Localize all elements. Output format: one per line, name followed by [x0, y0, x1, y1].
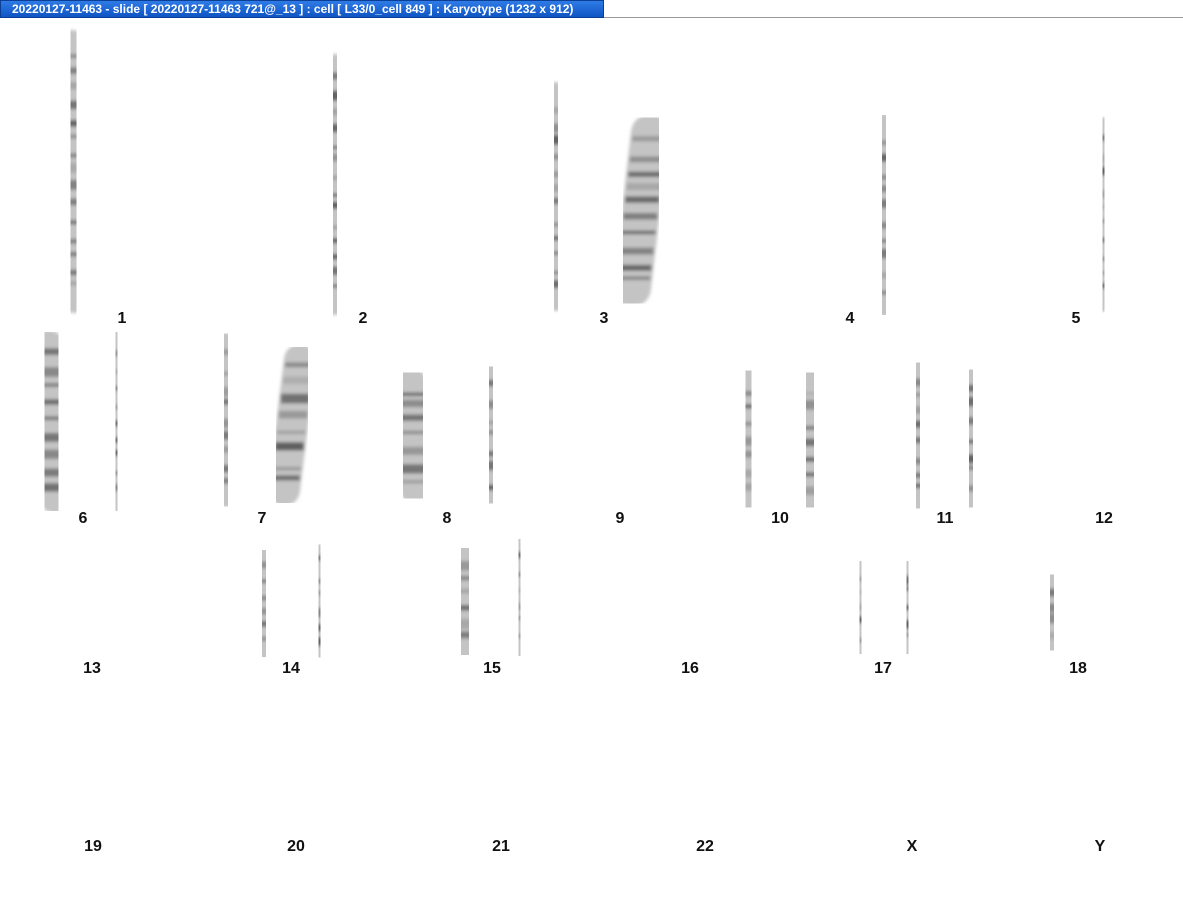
chromosome-label-14: 14 — [282, 660, 300, 677]
chromosome-label-19: 19 — [84, 838, 102, 855]
chromosome-pair-8 — [390, 362, 508, 508]
chromosome-2-a — [316, 54, 354, 315]
chromosome-pair-2 — [316, 54, 411, 315]
chromosome-label-6: 6 — [78, 510, 88, 527]
chromosome-label-12: 12 — [1095, 510, 1113, 527]
chromosome-18-a — [1037, 567, 1067, 658]
chromosome-label-22: 22 — [696, 838, 714, 855]
chromosome-label-17: 17 — [874, 660, 892, 677]
chromosome-17-a — [846, 555, 875, 660]
chromosome-11-b — [954, 365, 988, 512]
chromosome-label-18: 18 — [1069, 660, 1087, 677]
chromosome-pair-14 — [247, 538, 336, 664]
chromosome-pair-18 — [1037, 554, 1120, 658]
chromosome-label-21: 21 — [492, 838, 510, 855]
chromosome-label-X: X — [906, 838, 918, 855]
karyogram — [31, 30, 1144, 847]
chromosome-label-3: 3 — [599, 310, 609, 327]
chromosome-4-b — [864, 113, 904, 317]
chromosome-6-a — [31, 330, 72, 513]
chromosome-10-a — [731, 366, 766, 512]
chromosome-8-a — [390, 365, 436, 506]
chromosome-14-b — [303, 538, 336, 664]
chromosome-7-b — [268, 344, 316, 506]
chromosome-pair-6 — [31, 330, 134, 513]
chromosome-pair-3 — [537, 82, 669, 311]
chromosome-6-b — [99, 330, 134, 513]
chromosome-pair-1 — [54, 30, 178, 313]
chromosome-label-4: 4 — [845, 310, 855, 327]
chromosome-label-1: 1 — [117, 310, 127, 327]
chromosome-pair-12 — [1063, 368, 1144, 513]
chromosome-pair-X — [871, 679, 955, 846]
chromosome-pair-7 — [209, 332, 316, 508]
chromosome-label-Y: Y — [1094, 838, 1106, 855]
chromosome-label-7: 7 — [257, 510, 267, 527]
chromosome-10-b — [792, 368, 828, 512]
chromosome-pair-17 — [846, 555, 922, 660]
chromosome-5-b — [1087, 117, 1120, 312]
chromosome-pair-9 — [582, 342, 662, 511]
chromosome-15-b — [503, 533, 536, 662]
chromosome-pair-4 — [795, 113, 904, 317]
chromosome-label-5: 5 — [1071, 310, 1081, 327]
chromosome-pair-16 — [652, 550, 730, 660]
chromosome-label-11: 11 — [936, 510, 954, 527]
chromosome-3-a — [537, 82, 575, 311]
chromosome-label-10: 10 — [771, 510, 789, 527]
chromosome-3-b — [613, 114, 669, 307]
chromosome-pair-5 — [1034, 117, 1120, 312]
chromosome-pair-22 — [666, 761, 745, 843]
chromosome-pair-13 — [50, 534, 131, 658]
chromosome-17-b — [893, 555, 922, 660]
chromosome-label-20: 20 — [287, 838, 305, 855]
chromosome-label-16: 16 — [681, 660, 699, 677]
chromosome-14-a — [247, 543, 281, 664]
chromosome-11-a — [901, 359, 935, 512]
chromosome-label-13: 13 — [83, 660, 101, 677]
chromosome-label-2: 2 — [358, 310, 368, 327]
chromosome-pair-11 — [901, 359, 988, 512]
chromosome-pair-19 — [56, 750, 128, 842]
chromosome-8-b — [474, 362, 508, 508]
chromosome-label-15: 15 — [483, 660, 501, 677]
chromosome-label-8: 8 — [442, 510, 452, 527]
chromosome-label-9: 9 — [615, 510, 625, 527]
chromosome-pair-15 — [447, 533, 536, 662]
chromosome-7-a — [209, 332, 243, 508]
chromosome-15-a — [447, 541, 483, 662]
chromosome-pair-20 — [259, 748, 332, 840]
chromosome-pair-10 — [731, 366, 828, 512]
chromosome-pair-21 — [460, 768, 545, 847]
chromosome-1-a — [54, 30, 93, 313]
